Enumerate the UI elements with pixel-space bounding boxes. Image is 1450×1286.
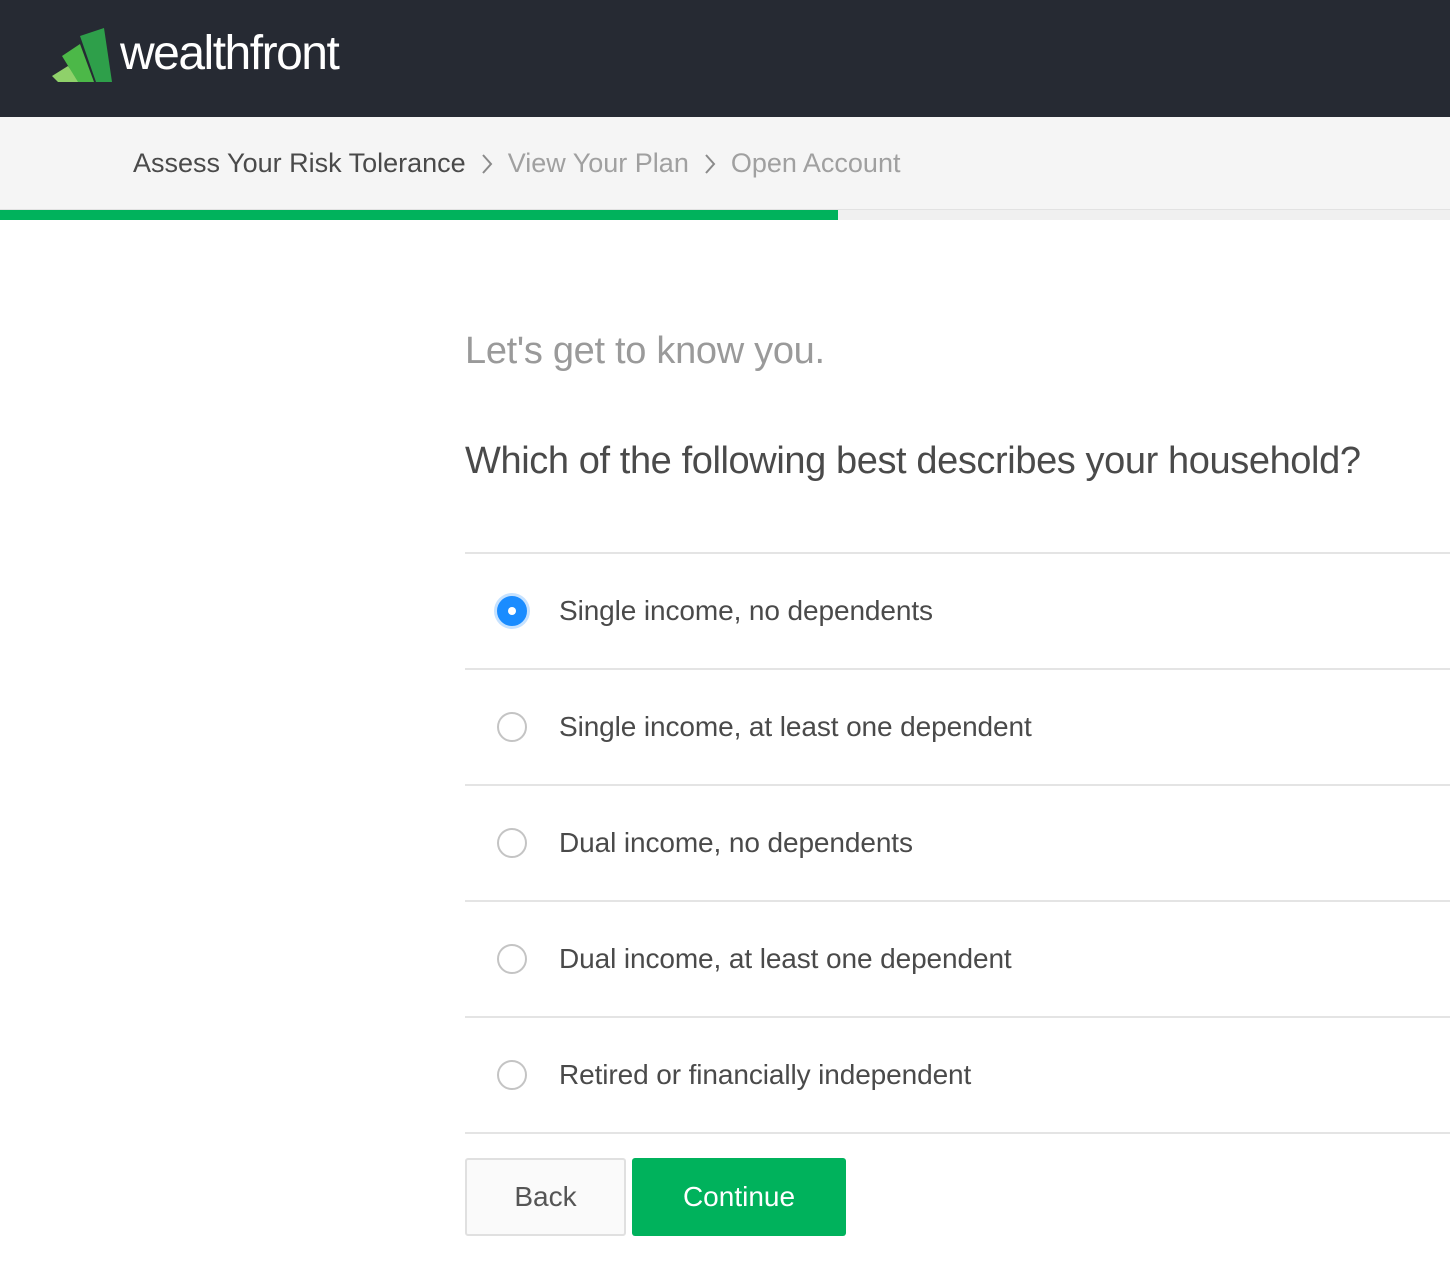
breadcrumb: Assess Your Risk Tolerance View Your Pla…: [133, 117, 900, 210]
option-label: Dual income, no dependents: [559, 827, 913, 858]
step-assess-risk-tolerance: Assess Your Risk Tolerance: [133, 148, 466, 178]
chevron-right-icon: [466, 152, 508, 176]
step-open-account: Open Account: [730, 148, 901, 178]
option-label: Single income, at least one dependent: [559, 711, 1032, 742]
chevron-right-icon: [689, 152, 731, 176]
radio-button[interactable]: [497, 944, 527, 974]
option-label: Retired or financially independent: [559, 1059, 972, 1090]
radio-button[interactable]: [497, 828, 527, 858]
option-dual-income-one-dependent[interactable]: Dual income, at least one dependent: [465, 902, 1450, 1018]
option-label: Dual income, at least one dependent: [559, 943, 1012, 974]
question-text: Which of the following best describes yo…: [465, 440, 1361, 482]
step-view-your-plan: View Your Plan: [507, 148, 689, 178]
intro-heading: Let's get to know you.: [465, 330, 825, 372]
option-retired-or-independent[interactable]: Retired or financially independent: [465, 1018, 1450, 1134]
option-single-income-one-dependent[interactable]: Single income, at least one dependent: [465, 670, 1450, 786]
option-single-income-no-dependents[interactable]: Single income, no dependents: [465, 554, 1450, 670]
progress-bar-fill: [0, 210, 839, 220]
radio-button[interactable]: [497, 596, 527, 626]
option-dual-income-no-dependents[interactable]: Dual income, no dependents: [465, 786, 1450, 902]
radio-button[interactable]: [497, 1060, 527, 1090]
radio-button[interactable]: [497, 712, 527, 742]
top-navigation-bar: wealthfront: [0, 0, 1450, 117]
step-breadcrumb-bar: Assess Your Risk Tolerance View Your Pla…: [0, 117, 1450, 210]
logo-wordmark[interactable]: wealthfront: [120, 26, 340, 82]
option-label: Single income, no dependents: [559, 595, 933, 626]
household-options-list: Single income, no dependents Single inco…: [465, 552, 1450, 1134]
continue-button[interactable]: Continue: [632, 1158, 846, 1236]
progress-bar: [0, 210, 1450, 220]
wealthfront-logo-icon[interactable]: [50, 26, 114, 86]
back-button[interactable]: Back: [465, 1158, 626, 1236]
